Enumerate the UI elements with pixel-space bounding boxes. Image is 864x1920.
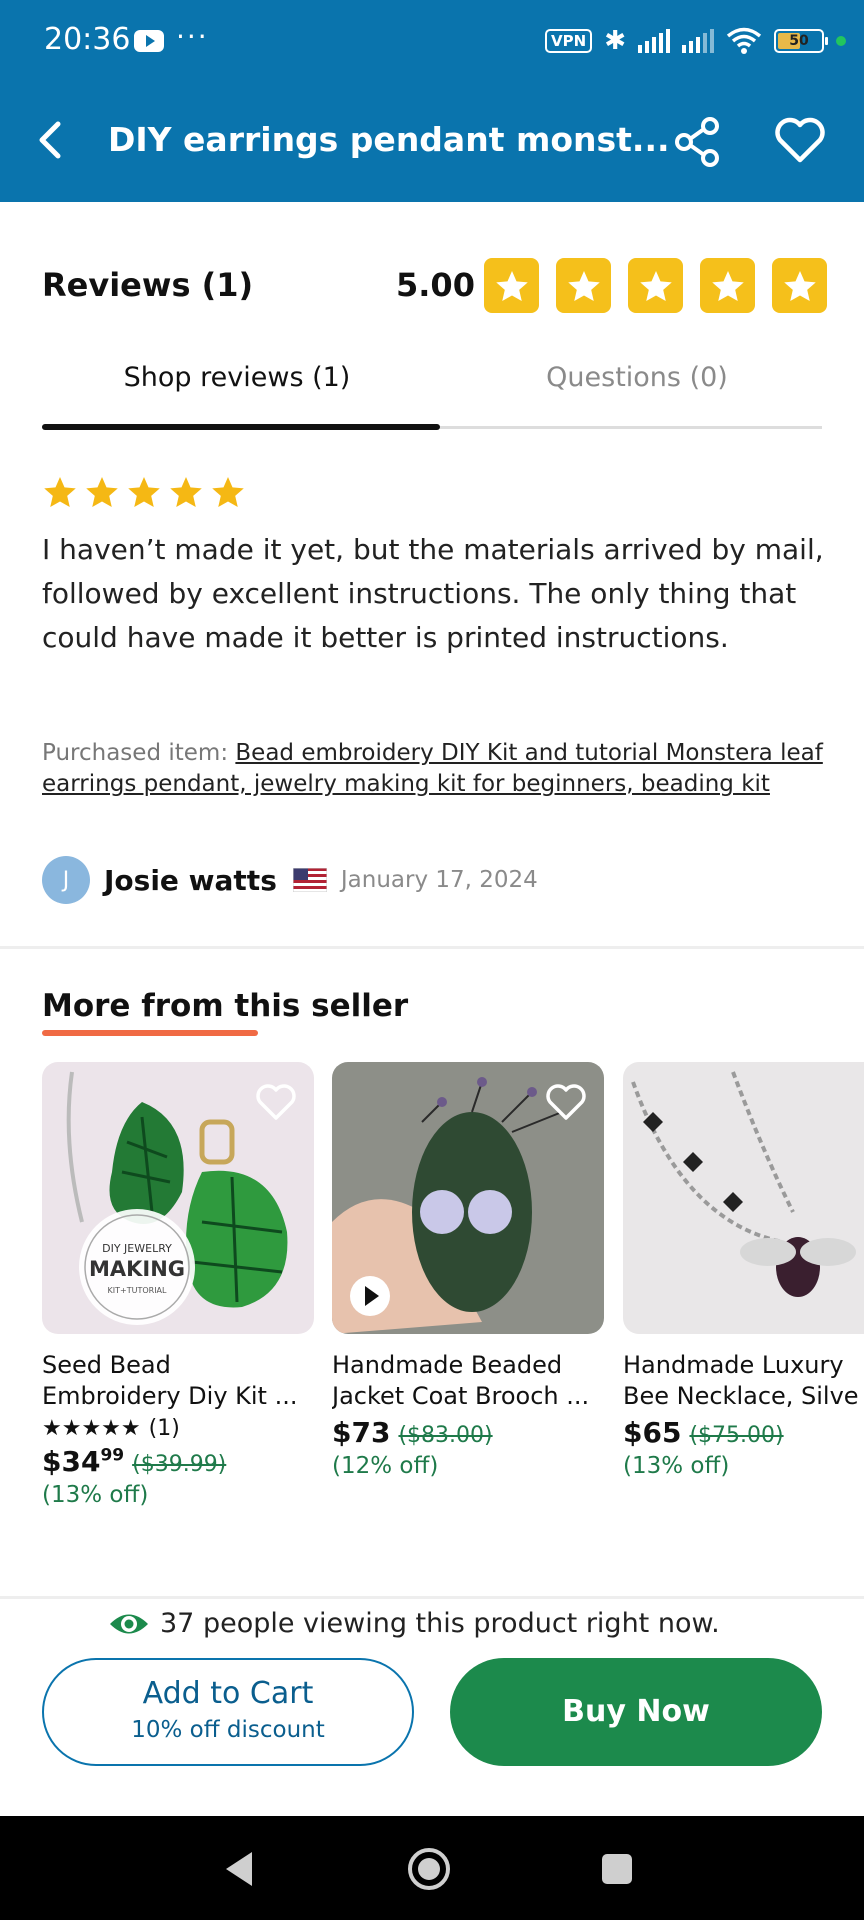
discount-label: (13% off) bbox=[623, 1453, 730, 1479]
original-price: ($83.00) bbox=[398, 1423, 493, 1448]
product-card[interactable]: Handmade Beaded Jacket Coat Brooch ... $… bbox=[332, 1062, 604, 1479]
bluetooth-icon: ✱ bbox=[604, 26, 626, 56]
product-title-line1: Handmade Luxury bbox=[623, 1351, 844, 1379]
price-cents: 99 bbox=[100, 1445, 125, 1466]
product-price: $3499 bbox=[42, 1445, 124, 1478]
battery-icon: 50 bbox=[774, 29, 828, 53]
star-icon bbox=[212, 477, 244, 507]
reviews-title: Reviews (1) bbox=[42, 266, 254, 304]
star-icon: ★★★★★ bbox=[42, 1416, 141, 1441]
product-title-line1: Handmade Beaded bbox=[332, 1351, 563, 1379]
section-title-underline bbox=[42, 1030, 258, 1036]
price-row: $3499 ($39.99) bbox=[42, 1445, 314, 1478]
buy-now-button[interactable]: Buy Now bbox=[450, 1658, 822, 1766]
review-date: January 17, 2024 bbox=[340, 867, 538, 893]
heart-icon[interactable] bbox=[544, 1082, 588, 1122]
more-notifications-icon: ··· bbox=[176, 20, 209, 53]
star-icon bbox=[128, 477, 160, 507]
heart-icon[interactable] bbox=[254, 1082, 298, 1122]
star-icon bbox=[772, 258, 827, 313]
page-title: DIY earrings pendant monst... bbox=[108, 120, 670, 159]
wifi-icon bbox=[726, 27, 762, 54]
star-icon bbox=[86, 477, 118, 507]
product-price: $65 bbox=[623, 1416, 682, 1449]
rating-stars bbox=[484, 258, 827, 313]
star-icon bbox=[170, 477, 202, 507]
avatar: J bbox=[42, 856, 90, 904]
product-title-line2: Embroidery Diy Kit ... bbox=[42, 1382, 298, 1410]
tab-questions[interactable]: Questions (0) bbox=[442, 352, 832, 432]
camera-indicator-icon bbox=[836, 36, 846, 46]
section-divider bbox=[0, 946, 864, 949]
app-screen: 20:36 ··· VPN ✱ 50 DIY earrings pendant … bbox=[0, 0, 864, 1920]
status-time: 20:36 bbox=[44, 22, 131, 57]
purchased-prefix: Purchased item: bbox=[42, 740, 236, 766]
star-icon bbox=[44, 477, 76, 507]
review-rating bbox=[42, 474, 246, 510]
active-tab-indicator bbox=[42, 424, 440, 430]
discount-label: (12% off) bbox=[332, 1453, 439, 1479]
nav-back-icon[interactable] bbox=[222, 1850, 258, 1888]
review-text: I haven’t made it yet, but the materials… bbox=[42, 533, 824, 654]
star-icon bbox=[556, 258, 611, 313]
product-card[interactable]: DIY JEWELRY MAKING KIT+TUTORIAL Seed Bea… bbox=[42, 1062, 314, 1508]
product-photo-bee-necklace bbox=[623, 1062, 864, 1334]
us-flag-icon bbox=[292, 868, 327, 892]
star-icon bbox=[700, 258, 755, 313]
badge-text-1: DIY JEWELRY bbox=[102, 1242, 172, 1255]
product-image[interactable] bbox=[623, 1062, 864, 1334]
nav-recents-icon[interactable] bbox=[602, 1854, 632, 1884]
star-icon bbox=[628, 258, 683, 313]
product-title-line2: Jacket Coat Brooch ... bbox=[332, 1382, 590, 1410]
signal-icon bbox=[638, 29, 670, 53]
back-arrow-icon[interactable] bbox=[24, 110, 84, 170]
status-icons: VPN ✱ 50 bbox=[545, 24, 846, 58]
review-tabs: Shop reviews (1) Questions (0) bbox=[42, 352, 822, 432]
product-image[interactable]: DIY JEWELRY MAKING KIT+TUTORIAL bbox=[42, 1062, 314, 1334]
product-title-line1: Seed Bead bbox=[42, 1351, 171, 1379]
share-icon[interactable] bbox=[668, 112, 728, 172]
product-card[interactable]: Handmade Luxury Bee Necklace, Silve $65 … bbox=[623, 1062, 864, 1479]
viewing-notice: 37 people viewing this product right now… bbox=[108, 1608, 720, 1639]
product-image[interactable] bbox=[332, 1062, 604, 1334]
add-to-cart-label: Add to Cart bbox=[142, 1676, 314, 1711]
original-price: ($39.99) bbox=[132, 1452, 227, 1477]
bottom-bar-divider bbox=[0, 1596, 864, 1599]
price-whole: $34 bbox=[42, 1445, 101, 1478]
battery-level: 50 bbox=[789, 33, 809, 49]
system-nav-bar bbox=[0, 1816, 864, 1920]
star-icon bbox=[484, 258, 539, 313]
eye-icon bbox=[110, 1614, 148, 1633]
product-rating: ★★★★★ (1) bbox=[42, 1416, 314, 1441]
badge-text-2: MAKING bbox=[89, 1257, 185, 1281]
vpn-icon: VPN bbox=[545, 29, 593, 53]
price-row: $73 ($83.00) bbox=[332, 1416, 604, 1449]
product-price: $73 bbox=[332, 1416, 391, 1449]
product-title-line2: Bee Necklace, Silve bbox=[623, 1382, 859, 1410]
rating-count: (1) bbox=[148, 1416, 180, 1441]
add-to-cart-button[interactable]: Add to Cart 10% off discount bbox=[42, 1658, 414, 1766]
add-to-cart-discount: 10% off discount bbox=[131, 1717, 325, 1743]
reviewer-name: Josie watts bbox=[104, 863, 277, 897]
status-bar: 20:36 ··· VPN ✱ 50 bbox=[0, 0, 864, 82]
purchased-item: Purchased item: Bead embroidery DIY Kit … bbox=[42, 738, 842, 800]
app-bar: DIY earrings pendant monst... bbox=[0, 82, 864, 202]
viewing-text: 37 people viewing this product right now… bbox=[160, 1608, 720, 1639]
youtube-icon bbox=[134, 30, 164, 52]
tab-shop-reviews[interactable]: Shop reviews (1) bbox=[42, 352, 432, 432]
price-row: $65 ($75.00) bbox=[623, 1416, 864, 1449]
original-price: ($75.00) bbox=[689, 1423, 784, 1448]
section-title: More from this seller bbox=[42, 988, 409, 1024]
discount-label: (13% off) bbox=[42, 1482, 149, 1508]
favorite-heart-icon[interactable] bbox=[770, 110, 830, 170]
signal-icon bbox=[682, 29, 714, 53]
reviewer-info: J Josie watts January 17, 2024 bbox=[42, 856, 538, 904]
average-rating: 5.00 bbox=[396, 266, 475, 304]
nav-home-icon[interactable] bbox=[406, 1846, 452, 1892]
badge-text-3: KIT+TUTORIAL bbox=[108, 1286, 168, 1295]
